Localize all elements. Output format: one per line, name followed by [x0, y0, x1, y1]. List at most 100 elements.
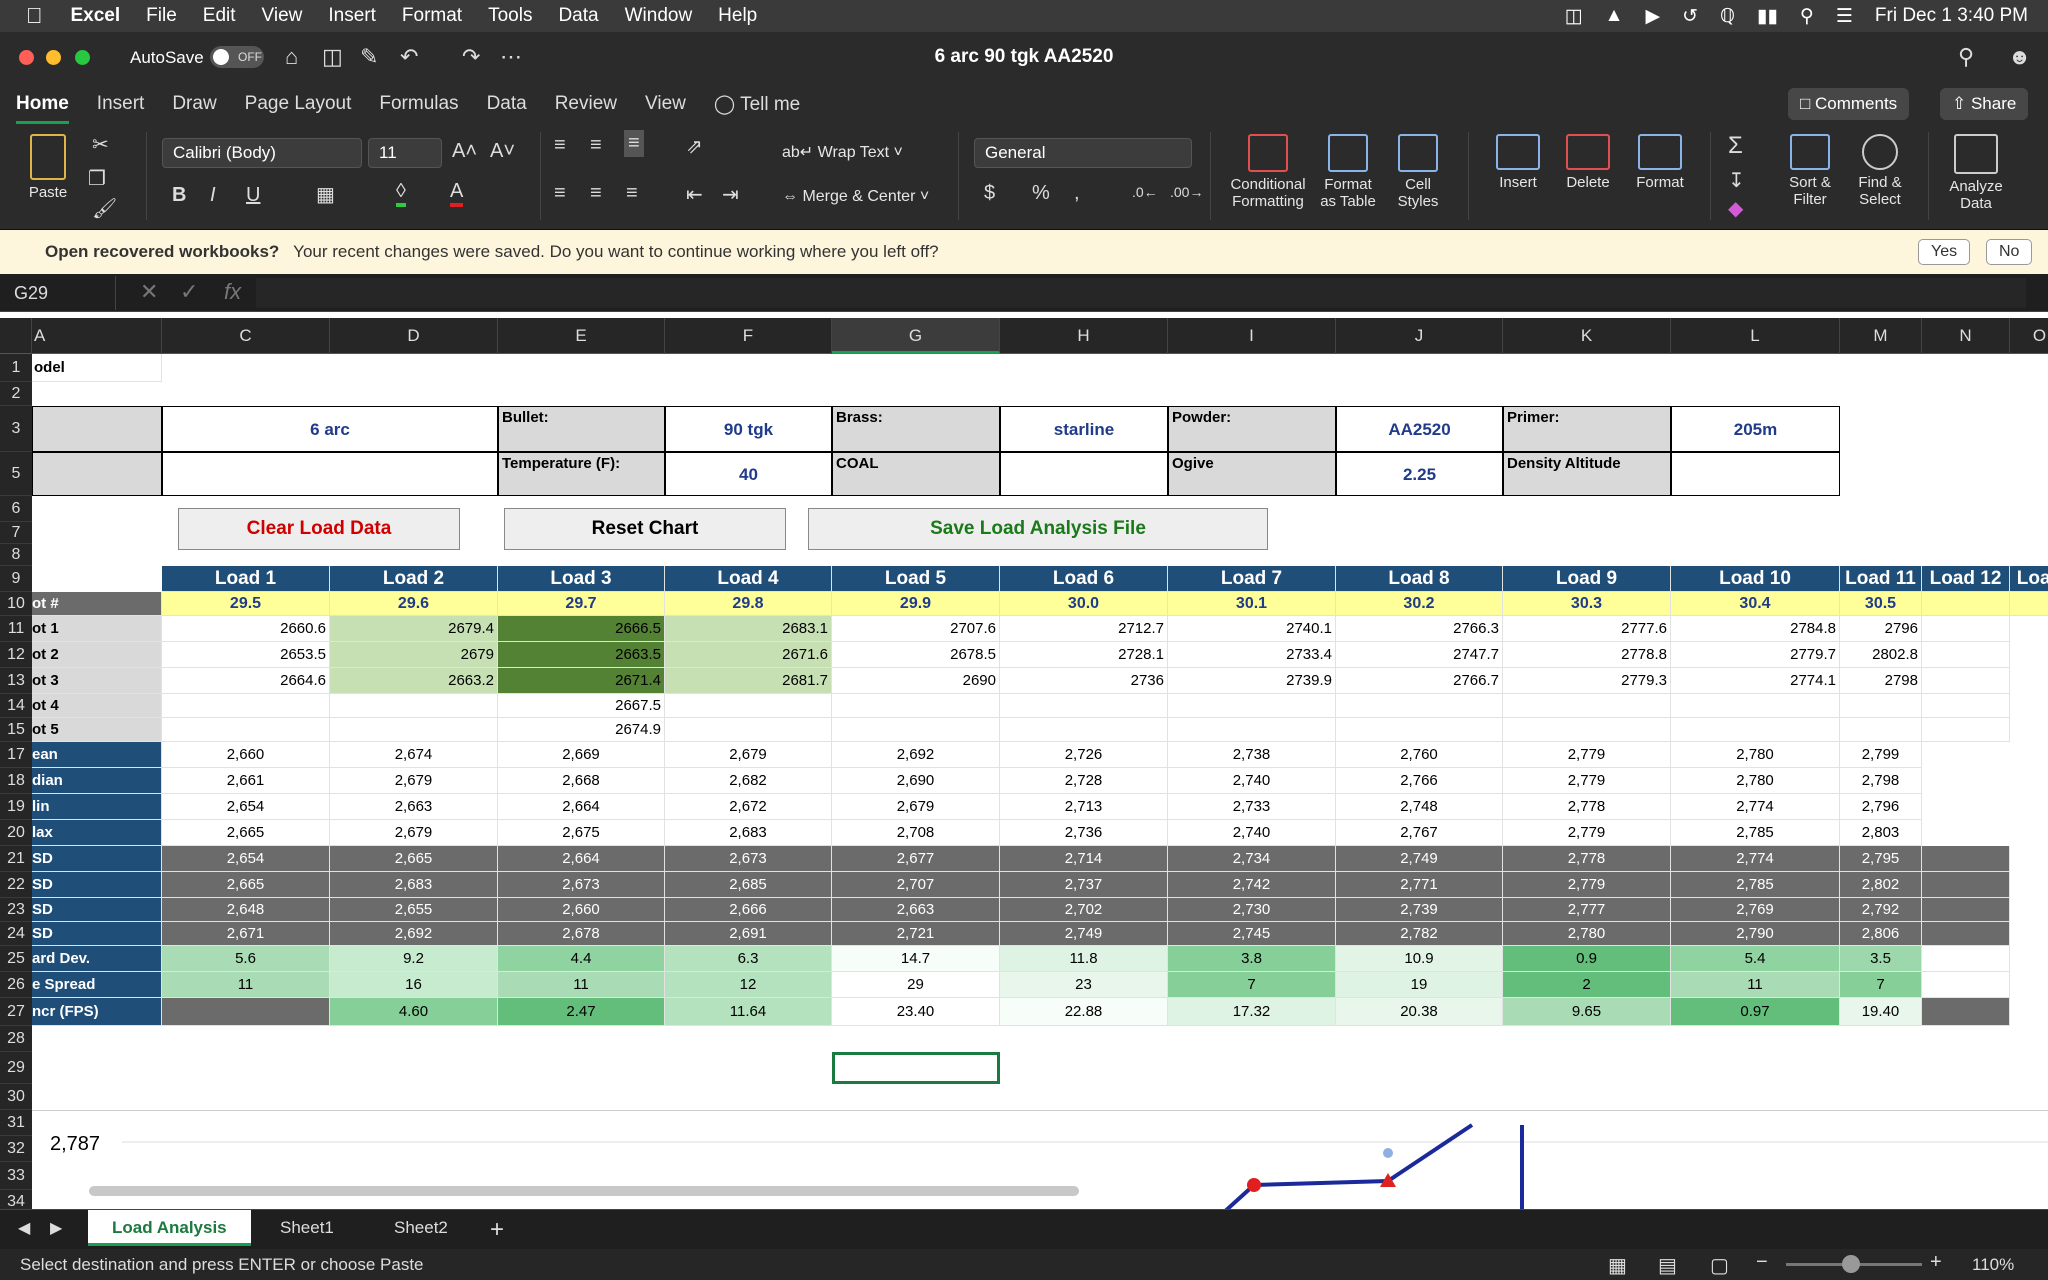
tab-data[interactable]: Data [487, 93, 527, 115]
infobar-yes-button[interactable]: Yes [1918, 239, 1971, 265]
home-icon[interactable]: ⌂ [285, 44, 298, 70]
worksheet[interactable]: ACDEFGHIJKLMNO 1 2 3 5 6 7 8 9 10 11 12 13 14 15 17 18 1… [0, 312, 2048, 1209]
autosum-icon[interactable]: Σ [1728, 132, 1743, 160]
row-header-14[interactable]: 14 [0, 694, 32, 718]
menu-view[interactable]: View [262, 5, 303, 27]
row-header-26[interactable]: 26 [0, 972, 32, 998]
play-icon[interactable]: ▶ [1645, 5, 1660, 28]
align-center-icon[interactable]: ≡ [590, 182, 602, 205]
column-header-k[interactable]: K [1503, 318, 1671, 354]
row-header-6[interactable]: 6 [0, 496, 32, 522]
orientation-icon[interactable]: ⇗ [686, 134, 703, 159]
row-header-31[interactable]: 31 [0, 1110, 32, 1136]
select-all-corner[interactable] [0, 318, 32, 354]
autosave-toggle[interactable]: OFF [210, 46, 264, 68]
column-header-m[interactable]: M [1840, 318, 1922, 354]
sheet-tab-sheet2[interactable]: Sheet2 [370, 1210, 472, 1246]
zoom-level[interactable]: 110% [1972, 1255, 2014, 1275]
number-format-select[interactable]: General [974, 138, 1192, 168]
conditional-formatting-button[interactable]: Conditional Formatting [1226, 134, 1310, 210]
row-header-22[interactable]: 22 [0, 872, 32, 898]
currency-icon[interactable]: $ [984, 182, 995, 205]
align-middle-icon[interactable]: ≡ [590, 134, 602, 157]
row-header-20[interactable]: 20 [0, 820, 32, 846]
tab-view[interactable]: View [645, 93, 686, 115]
column-header-j[interactable]: J [1336, 318, 1503, 354]
tab-review[interactable]: Review [555, 93, 617, 115]
redo-icon[interactable]: ↷ [462, 44, 480, 70]
insert-cells-button[interactable]: Insert [1486, 134, 1550, 191]
row-header-7[interactable]: 7 [0, 522, 32, 544]
align-bottom-icon[interactable]: ≡ [624, 130, 644, 157]
name-box[interactable]: G29 [0, 276, 116, 310]
search-icon[interactable]: ⚲ [1958, 44, 1974, 70]
account-icon[interactable]: ☻ [2008, 44, 2031, 70]
align-right-icon[interactable]: ≡ [626, 182, 638, 205]
app-menu[interactable]: Excel [71, 5, 121, 27]
column-header-d[interactable]: D [330, 318, 498, 354]
row-header-28[interactable]: 28 [0, 1026, 32, 1052]
row-header-29[interactable]: 29 [0, 1052, 32, 1084]
row-header-23[interactable]: 23 [0, 898, 32, 922]
percent-icon[interactable]: % [1032, 182, 1050, 205]
sheet-tab-sheet1[interactable]: Sheet1 [256, 1210, 358, 1246]
minimize-window-button[interactable] [46, 50, 61, 65]
italic-icon[interactable]: I [210, 184, 216, 207]
tab-insert[interactable]: Insert [97, 93, 145, 115]
bold-icon[interactable]: B [172, 184, 186, 207]
tell-me-search[interactable]: ◯ Tell me [714, 93, 800, 116]
close-window-button[interactable] [19, 50, 34, 65]
menu-insert[interactable]: Insert [328, 5, 376, 27]
row-header-8[interactable]: 8 [0, 544, 32, 566]
row-header-5[interactable]: 5 [0, 452, 32, 496]
menu-help[interactable]: Help [718, 5, 757, 27]
delete-cells-button[interactable]: Delete [1558, 134, 1618, 191]
headphones-icon[interactable]: ◫ [1565, 5, 1583, 28]
row-header-24[interactable]: 24 [0, 922, 32, 946]
time-machine-icon[interactable]: ↺ [1682, 5, 1698, 28]
row-header-18[interactable]: 18 [0, 768, 32, 794]
clear-load-data-button[interactable]: Clear Load Data [178, 508, 460, 550]
battery-icon[interactable]: ▮▮ [1757, 5, 1778, 28]
tab-draw[interactable]: Draw [172, 93, 216, 115]
column-header-f[interactable]: F [665, 318, 832, 354]
menu-file[interactable]: File [146, 5, 177, 27]
comments-button[interactable]: □ Comments [1788, 88, 1910, 120]
zoom-in-icon[interactable]: + [1930, 1251, 1942, 1274]
menu-data[interactable]: Data [558, 5, 598, 27]
increase-font-icon[interactable]: A˄ [452, 140, 477, 163]
page-break-view-icon[interactable]: ▢ [1710, 1253, 1729, 1278]
copy-icon[interactable]: ❐ [88, 166, 106, 191]
zoom-window-button[interactable] [75, 50, 90, 65]
reset-chart-button[interactable]: Reset Chart [504, 508, 786, 550]
tab-page-layout[interactable]: Page Layout [245, 93, 352, 115]
row-header-34[interactable]: 34 [0, 1190, 32, 1209]
menu-window[interactable]: Window [625, 5, 693, 27]
cancel-icon[interactable]: ✕ [140, 279, 158, 305]
column-header-n[interactable]: N [1922, 318, 2010, 354]
row-header-19[interactable]: 19 [0, 794, 32, 820]
menu-edit[interactable]: Edit [203, 5, 236, 27]
zoom-slider-thumb[interactable] [1842, 1255, 1860, 1273]
page-layout-view-icon[interactable]: ▤ [1658, 1253, 1677, 1278]
more-commands-icon[interactable]: ⋯ [500, 44, 522, 70]
increase-indent-icon[interactable]: ⇥ [722, 182, 739, 207]
column-header-e[interactable]: E [498, 318, 665, 354]
wrap-text-button[interactable]: ab↵ Wrap Text ˅ [782, 142, 903, 162]
apple-icon[interactable]:  [26, 3, 43, 29]
row-header-13[interactable]: 13 [0, 668, 32, 694]
next-sheet-icon[interactable]: ▶ [50, 1218, 62, 1238]
analyze-data-button[interactable]: Analyze Data [1944, 134, 2008, 212]
row-header-1[interactable]: 1 [0, 354, 32, 382]
row-header-9[interactable]: 9 [0, 566, 32, 592]
save-as-icon[interactable]: ✎ [360, 44, 378, 70]
cut-icon[interactable]: ✂ [92, 132, 109, 157]
row-header-30[interactable]: 30 [0, 1084, 32, 1110]
menu-format[interactable]: Format [402, 5, 462, 27]
tab-formulas[interactable]: Formulas [379, 93, 458, 115]
function-icon[interactable]: fx [224, 279, 241, 305]
undo-icon[interactable]: ↶ [400, 44, 418, 70]
font-color-icon[interactable]: A [450, 180, 464, 207]
row-header-2[interactable]: 2 [0, 382, 32, 406]
column-header-l[interactable]: L [1671, 318, 1840, 354]
